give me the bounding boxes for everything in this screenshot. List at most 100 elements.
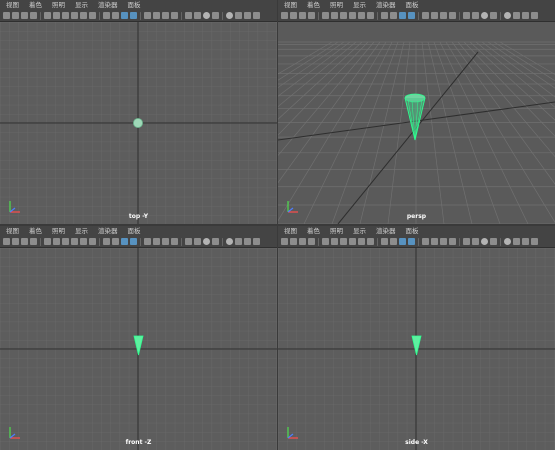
viewport-canvas[interactable] [0,248,277,450]
menu-show[interactable]: 显示 [75,0,88,10]
sphere-icon[interactable] [253,238,260,245]
texture-icon[interactable] [203,238,210,245]
sphere-icon[interactable] [112,12,119,19]
isolate-icon[interactable] [235,238,242,245]
menu-lighting[interactable]: 照明 [52,226,65,236]
viewport-canvas[interactable] [0,22,277,224]
camera-icon[interactable] [144,12,151,19]
shadow-icon[interactable] [80,238,87,245]
light-icon[interactable] [490,12,497,19]
isolate-icon[interactable] [513,238,520,245]
smooth-shade-icon[interactable] [53,238,60,245]
light-icon[interactable] [71,12,78,19]
sphere-icon[interactable] [112,238,119,245]
aa-icon[interactable] [408,12,415,19]
wireframe-icon[interactable] [44,12,51,19]
menu-panels[interactable]: 面板 [406,0,419,10]
menu-view[interactable]: 视图 [6,0,19,10]
wireframe-icon[interactable] [463,12,470,19]
xray-icon[interactable] [244,12,251,19]
menu-view[interactable]: 视图 [284,226,297,236]
grid-icon[interactable] [30,12,37,19]
menu-shading[interactable]: 着色 [29,226,42,236]
menu-renderer[interactable]: 渲染器 [376,226,396,236]
menu-renderer[interactable]: 渲染器 [98,226,118,236]
isolate-icon[interactable] [89,12,96,19]
isolate-icon[interactable] [235,12,242,19]
film-gate-icon[interactable] [299,12,306,19]
menu-show[interactable]: 显示 [353,0,366,10]
grid-icon[interactable] [30,238,37,245]
shadow-icon[interactable] [504,12,511,19]
sphere-icon[interactable] [531,238,538,245]
grid-icon[interactable] [449,238,456,245]
wireframe-icon[interactable] [185,238,192,245]
grid-icon[interactable] [308,12,315,19]
light-icon[interactable] [71,238,78,245]
wireframe-icon[interactable] [44,238,51,245]
film-icon[interactable] [12,12,19,19]
film-gate-icon[interactable] [21,238,28,245]
grid-icon[interactable] [171,12,178,19]
film-icon[interactable] [431,12,438,19]
shadow-icon[interactable] [358,12,365,19]
aa-icon[interactable] [130,238,137,245]
menu-lighting[interactable]: 照明 [52,0,65,10]
aa-icon[interactable] [408,238,415,245]
menu-show[interactable]: 显示 [353,226,366,236]
texture-icon[interactable] [340,238,347,245]
sphere-icon[interactable] [390,12,397,19]
light-icon[interactable] [490,238,497,245]
menu-shading[interactable]: 着色 [307,0,320,10]
camera-icon[interactable] [144,238,151,245]
ao-icon[interactable] [399,238,406,245]
shadow-icon[interactable] [80,12,87,19]
aa-icon[interactable] [130,12,137,19]
isolate-icon[interactable] [367,238,374,245]
light-icon[interactable] [212,12,219,19]
smooth-shade-icon[interactable] [53,12,60,19]
xray-icon[interactable] [522,12,529,19]
menu-panels[interactable]: 面板 [406,226,419,236]
ao-icon[interactable] [399,12,406,19]
light-icon[interactable] [212,238,219,245]
shadow-icon[interactable] [226,12,233,19]
menu-renderer[interactable]: 渲染器 [376,0,396,10]
sphere-icon[interactable] [390,238,397,245]
texture-icon[interactable] [203,12,210,19]
viewport-canvas[interactable] [278,248,555,450]
isolate-icon[interactable] [367,12,374,19]
viewport-canvas[interactable] [278,22,555,224]
camera-icon[interactable] [281,12,288,19]
film-icon[interactable] [290,238,297,245]
sphere-icon[interactable] [253,12,260,19]
viewport-top[interactable]: 视图 着色 照明 显示 渲染器 面板 top -Y [0,0,277,224]
film-icon[interactable] [153,12,160,19]
film-icon[interactable] [12,238,19,245]
menu-panels[interactable]: 面板 [128,226,141,236]
menu-show[interactable]: 显示 [75,226,88,236]
wireframe-icon[interactable] [322,238,329,245]
smooth-shade-icon[interactable] [472,238,479,245]
shadow-icon[interactable] [504,238,511,245]
grid-icon[interactable] [308,238,315,245]
grid-icon[interactable] [171,238,178,245]
xray-icon[interactable] [103,238,110,245]
film-icon[interactable] [431,238,438,245]
texture-icon[interactable] [62,12,69,19]
menu-lighting[interactable]: 照明 [330,226,343,236]
film-gate-icon[interactable] [299,238,306,245]
film-gate-icon[interactable] [440,238,447,245]
menu-lighting[interactable]: 照明 [330,0,343,10]
xray-icon[interactable] [103,12,110,19]
menu-renderer[interactable]: 渲染器 [98,0,118,10]
ao-icon[interactable] [121,12,128,19]
film-icon[interactable] [153,238,160,245]
sphere-icon[interactable] [531,12,538,19]
light-icon[interactable] [349,12,356,19]
texture-icon[interactable] [481,12,488,19]
smooth-shade-icon[interactable] [331,238,338,245]
xray-icon[interactable] [522,238,529,245]
camera-icon[interactable] [422,238,429,245]
viewport-persp[interactable]: 视图 着色 照明 显示 渲染器 面板 persp [278,0,555,224]
